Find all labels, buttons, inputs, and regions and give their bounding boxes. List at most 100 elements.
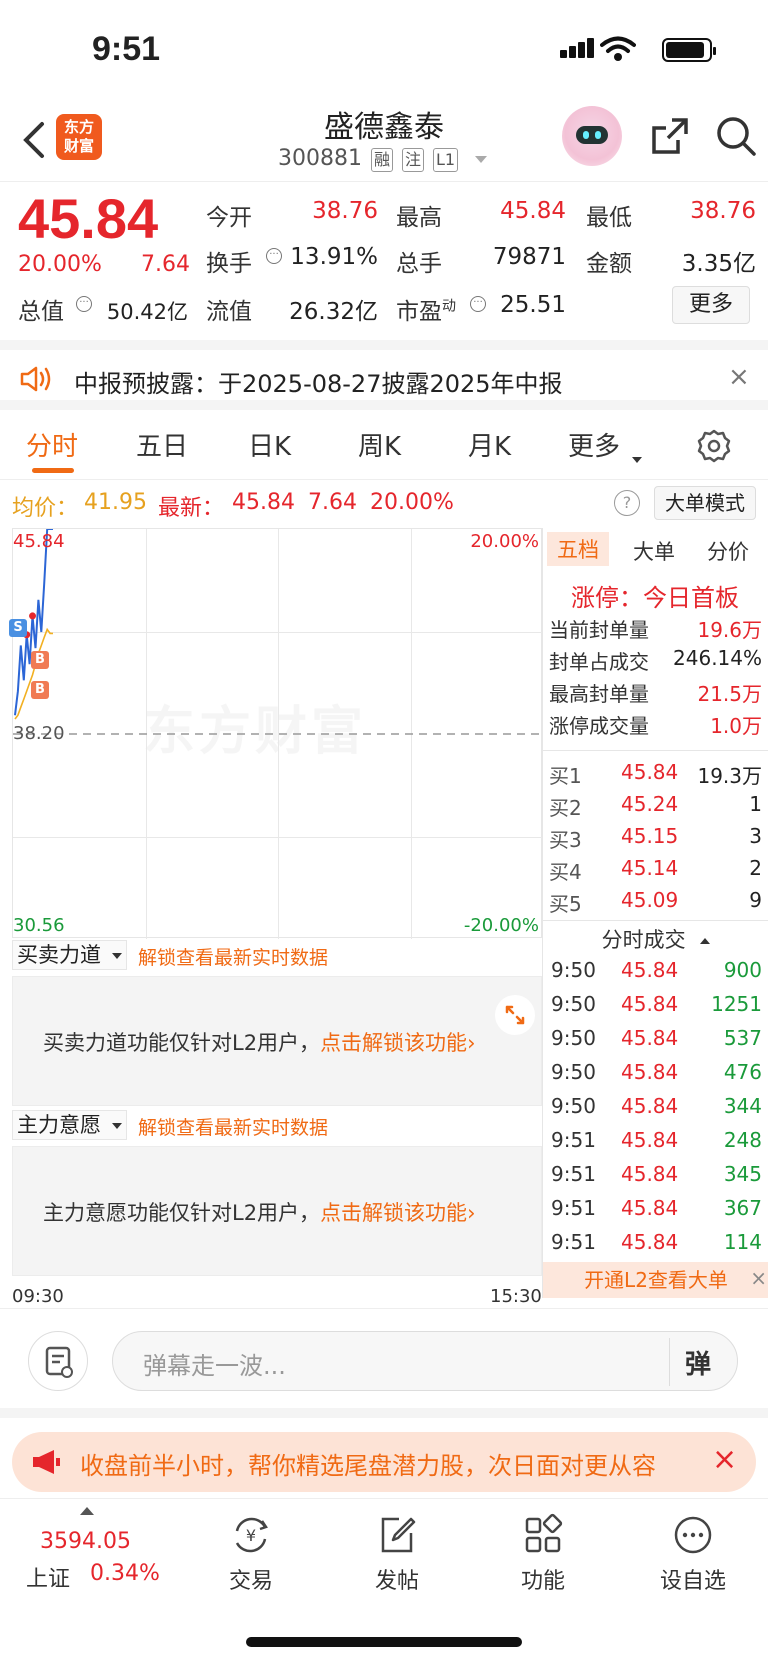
info-icon[interactable]: ··· bbox=[470, 296, 486, 312]
seal-label: 当前封单量 bbox=[549, 618, 649, 642]
notes-icon[interactable] bbox=[28, 1331, 88, 1391]
seal-value: 21.5万 bbox=[697, 682, 762, 706]
buy-marker[interactable]: B bbox=[31, 651, 49, 669]
more-button[interactable]: 更多 bbox=[672, 286, 750, 324]
order-book-panel: 五档 大单 分价 涨停：今日首板 当前封单量 19.6万 封单占成交 246.1… bbox=[542, 528, 768, 1298]
change-percent: 20.00% bbox=[18, 252, 102, 277]
tick-time: 9:51 bbox=[551, 1196, 596, 1220]
tab-five-day[interactable]: 五日 bbox=[136, 426, 188, 463]
label-volume: 总手 bbox=[396, 251, 442, 277]
nav-add-watchlist[interactable]: 设自选 bbox=[648, 1513, 738, 1595]
grid-icon bbox=[525, 1513, 563, 1553]
bid-qty: 3 bbox=[749, 824, 762, 848]
buy-marker[interactable]: B bbox=[31, 681, 49, 699]
tab-weekly-k[interactable]: 周K bbox=[358, 426, 401, 463]
indicator-select[interactable]: 买卖力道 bbox=[12, 940, 127, 970]
danmu-input[interactable]: 弹幕走一波... 弹 bbox=[112, 1331, 738, 1391]
gear-icon[interactable] bbox=[696, 428, 732, 464]
limit-up-title: 涨停：今日首板 bbox=[571, 584, 739, 612]
tick-price: 45.84 bbox=[621, 1128, 679, 1152]
tick-price: 45.84 bbox=[621, 958, 679, 982]
help-icon[interactable]: ? bbox=[614, 490, 640, 516]
label-pe: 市盈动 bbox=[396, 298, 456, 325]
seal-value: 246.14% bbox=[673, 646, 762, 670]
tab-five-levels[interactable]: 五档 bbox=[547, 532, 609, 566]
x-start-label: 09:30 bbox=[12, 1286, 64, 1307]
open-l2-banner[interactable]: 开通L2查看大单 × bbox=[543, 1262, 768, 1298]
label-market-cap: 总值 bbox=[18, 299, 64, 325]
tick-volume: 1251 bbox=[711, 992, 762, 1016]
tick-volume: 114 bbox=[723, 1230, 762, 1254]
label-float-cap: 流值 bbox=[206, 299, 252, 325]
tick-time: 9:50 bbox=[551, 1094, 596, 1118]
bottom-nav: 3594.05 上证 0.34% ¥ 交易 发帖 功能 设自选 bbox=[0, 1498, 768, 1663]
notice-bar[interactable]: 中报预披露：于2025-08-27披露2025年中报 × bbox=[0, 340, 768, 410]
caret-up-icon bbox=[700, 938, 711, 944]
order-book-tabs: 五档 大单 分价 bbox=[543, 528, 768, 572]
unlock-link[interactable]: 解锁查看最新实时数据 bbox=[138, 943, 328, 970]
info-icon[interactable]: ··· bbox=[76, 296, 92, 312]
nav-trade[interactable]: ¥ 交易 bbox=[206, 1513, 296, 1595]
close-icon[interactable]: × bbox=[750, 1260, 767, 1296]
ticks-title[interactable]: 分时成交 bbox=[543, 924, 768, 954]
current-price: 45.84 bbox=[18, 187, 159, 250]
search-icon[interactable] bbox=[714, 114, 758, 158]
share-icon[interactable] bbox=[648, 114, 692, 158]
tick-price: 45.84 bbox=[621, 1196, 679, 1220]
tick-volume: 900 bbox=[723, 958, 762, 982]
unlock-action[interactable]: 点击解锁该功能 bbox=[320, 1031, 467, 1055]
close-icon[interactable]: × bbox=[712, 1442, 737, 1477]
big-order-mode-button[interactable]: 大单模式 bbox=[654, 486, 756, 520]
bid-qty: 9 bbox=[749, 888, 762, 912]
bid-qty: 2 bbox=[749, 856, 762, 880]
tag-margin: 融 bbox=[370, 148, 393, 172]
expand-icon[interactable] bbox=[495, 995, 535, 1035]
pct-bottom-label: -20.00% bbox=[463, 915, 539, 936]
label-open: 今开 bbox=[206, 205, 252, 231]
label-low: 最低 bbox=[586, 205, 632, 231]
tab-big-orders[interactable]: 大单 bbox=[633, 536, 675, 566]
chart-canvas bbox=[13, 529, 543, 939]
index-value: 3594.05 bbox=[40, 1529, 131, 1554]
active-tab-indicator bbox=[32, 468, 74, 473]
price-summary-row: 均价： 41.95 最新： 45.84 7.64 20.00% ? 大单模式 bbox=[0, 482, 768, 528]
bid-label: 买4 bbox=[549, 860, 582, 884]
stock-code-row[interactable]: 300881 融 注 L1 bbox=[278, 146, 488, 172]
promo-banner[interactable]: 收盘前半小时，帮你精选尾盘潜力股，次日面对更从容 × bbox=[12, 1432, 756, 1492]
unlock-action[interactable]: 点击解锁该功能 bbox=[320, 1201, 467, 1225]
tab-monthly-k[interactable]: 月K bbox=[468, 426, 511, 463]
unlock-link[interactable]: 解锁查看最新实时数据 bbox=[138, 1113, 328, 1140]
bid-label: 买1 bbox=[549, 764, 582, 788]
sell-marker[interactable]: S bbox=[9, 619, 27, 637]
close-icon[interactable]: × bbox=[728, 362, 750, 392]
tab-more[interactable]: 更多 bbox=[568, 426, 643, 463]
danmu-toggle-button[interactable]: 弹 bbox=[685, 1344, 711, 1381]
info-icon[interactable]: ··· bbox=[266, 248, 282, 264]
tab-daily-k[interactable]: 日K bbox=[248, 426, 291, 463]
nav-post[interactable]: 发帖 bbox=[352, 1513, 442, 1595]
main-force-header: 主力意愿 解锁查看最新实时数据 bbox=[12, 1108, 542, 1144]
label-turnover: 换手 bbox=[206, 251, 252, 277]
stock-code: 300881 bbox=[278, 146, 362, 171]
divider bbox=[669, 1338, 670, 1386]
tick-volume: 345 bbox=[723, 1162, 762, 1186]
comment-bar: 弹幕走一波... 弹 bbox=[0, 1308, 768, 1408]
buy-sell-power-header: 买卖力道 解锁查看最新实时数据 bbox=[12, 938, 542, 974]
nav-functions[interactable]: 功能 bbox=[498, 1513, 588, 1595]
tick-time: 9:51 bbox=[551, 1230, 596, 1254]
ai-assistant-avatar-icon[interactable] bbox=[562, 106, 622, 166]
tab-price-distribution[interactable]: 分价 bbox=[707, 536, 749, 566]
bid-label: 买3 bbox=[549, 828, 582, 852]
label-amount: 金额 bbox=[586, 251, 632, 277]
bid-price: 45.14 bbox=[621, 856, 679, 880]
value-float-cap: 26.32亿 bbox=[289, 299, 378, 325]
latest-change: 7.64 bbox=[308, 490, 357, 515]
y-bottom-label: 30.56 bbox=[13, 915, 65, 936]
index-pct: 0.34% bbox=[90, 1561, 160, 1586]
chevron-down-icon bbox=[111, 953, 122, 959]
seal-value: 1.0万 bbox=[710, 714, 762, 738]
tab-intraday[interactable]: 分时 bbox=[26, 426, 78, 463]
intraday-chart[interactable]: 东方财富 45.84 38.20 30.56 20.00% -20.00% S … bbox=[9, 528, 543, 939]
indicator-select[interactable]: 主力意愿 bbox=[12, 1110, 127, 1140]
bid-price: 45.15 bbox=[621, 824, 679, 848]
